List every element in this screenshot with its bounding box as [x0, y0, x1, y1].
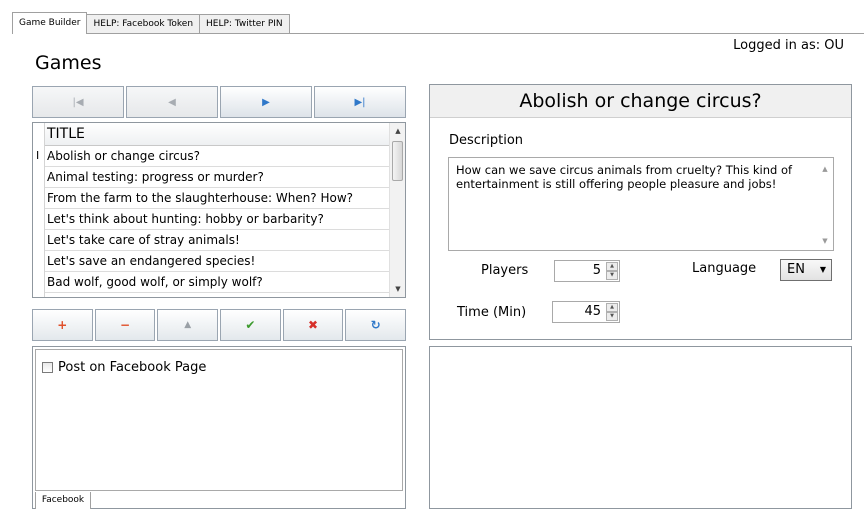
delete-button[interactable]: −	[94, 309, 156, 341]
table-row[interactable]: Let's save an endangered species!	[45, 251, 391, 272]
next-record-icon: ▶	[262, 96, 270, 108]
delete-icon: −	[119, 318, 131, 332]
insert-icon: +	[57, 318, 68, 332]
description-text: How can we save circus animals from crue…	[456, 163, 793, 191]
table-row[interactable]: Let's think about hunting: hobby or barb…	[45, 209, 391, 230]
tab-game-builder[interactable]: Game Builder	[12, 12, 88, 34]
language-value: EN	[787, 262, 805, 277]
next-record-button[interactable]: ▶	[220, 86, 312, 118]
prior-record-icon: ◀	[168, 96, 176, 108]
time-value: 45	[584, 304, 601, 319]
table-row[interactable]: Animal testing: progress or murder?	[45, 167, 391, 188]
table-row[interactable]: Abolish or change circus?	[45, 146, 391, 167]
facebook-tab-content: Post on Facebook Page	[35, 349, 403, 491]
prior-record-button[interactable]: ◀	[126, 86, 218, 118]
tabs-divider	[12, 33, 864, 34]
scroll-down-icon[interactable]: ▼	[817, 234, 833, 248]
post-button[interactable]: ✔	[220, 309, 281, 341]
spin-up-icon[interactable]: ▲	[606, 262, 618, 271]
cancel-icon: ✖	[307, 318, 319, 332]
language-label: Language	[692, 261, 757, 276]
edit-toolbar: + − ▲ ✔ ✖ ↻	[32, 309, 407, 341]
top-tabs: Game Builder HELP: Facebook Token HELP: …	[12, 12, 290, 34]
current-row-marker: I	[36, 149, 40, 162]
grid-scrollbar[interactable]: ▲ ▼	[389, 123, 405, 297]
logged-in-label: Logged in as: OU	[733, 38, 844, 53]
last-record-button[interactable]: ▶|	[314, 86, 406, 118]
first-record-icon: |◀	[72, 96, 84, 108]
table-row[interactable]: From the farm to the slaughterhouse: Whe…	[45, 188, 391, 209]
games-grid[interactable]: TITLE I Abolish or change circus? Animal…	[32, 122, 406, 298]
players-spinner[interactable]: 5 ▲ ▼	[554, 260, 620, 282]
time-label: Time (Min)	[457, 305, 527, 320]
spin-down-icon[interactable]: ▼	[606, 271, 618, 280]
scroll-down-icon[interactable]: ▼	[390, 281, 405, 297]
post-on-facebook-checkbox[interactable]: Post on Facebook Page	[42, 360, 206, 375]
record-navigator: |◀ ◀ ▶ ▶|	[32, 86, 406, 118]
tab-help-facebook-token[interactable]: HELP: Facebook Token	[86, 14, 201, 34]
scroll-up-icon[interactable]: ▲	[817, 162, 833, 176]
table-row[interactable]: Bad wolf, good wolf, or simply wolf?	[45, 272, 391, 293]
insert-button[interactable]: +	[32, 309, 93, 341]
checkbox-icon[interactable]	[42, 362, 53, 373]
game-title: Abolish or change circus?	[430, 85, 851, 118]
description-scrollbar[interactable]: ▲ ▼	[817, 158, 833, 250]
title-column-header[interactable]: TITLE	[45, 123, 391, 146]
time-spinner[interactable]: 45 ▲ ▼	[552, 301, 620, 323]
page-title: Games	[35, 52, 102, 74]
scroll-up-icon[interactable]: ▲	[390, 123, 405, 139]
facebook-panel: Post on Facebook Page Facebook	[32, 346, 406, 509]
post-on-facebook-label: Post on Facebook Page	[58, 360, 207, 375]
spin-up-icon[interactable]: ▲	[606, 303, 618, 312]
refresh-icon: ↻	[370, 318, 381, 332]
tab-help-twitter-pin[interactable]: HELP: Twitter PIN	[199, 14, 290, 34]
chevron-down-icon: ▼	[819, 265, 826, 274]
description-label: Description	[449, 133, 524, 148]
first-record-button[interactable]: |◀	[32, 86, 124, 118]
language-select[interactable]: EN ▼	[780, 259, 832, 281]
players-label: Players	[481, 263, 529, 278]
table-row[interactable]: Let's take care of stray animals!	[45, 230, 391, 251]
last-record-icon: ▶|	[354, 96, 366, 108]
tab-facebook[interactable]: Facebook	[35, 492, 91, 509]
players-value: 5	[592, 263, 601, 278]
refresh-button[interactable]: ↻	[345, 309, 407, 341]
post-icon: ✔	[245, 318, 256, 332]
scroll-thumb[interactable]	[392, 141, 403, 181]
spin-down-icon[interactable]: ▼	[606, 312, 618, 321]
edit-button[interactable]: ▲	[157, 309, 219, 341]
cancel-button[interactable]: ✖	[282, 309, 344, 341]
description-field[interactable]: How can we save circus animals from crue…	[448, 157, 834, 251]
game-detail-panel: Abolish or change circus? Description Ho…	[429, 84, 852, 340]
edit-icon: ▲	[184, 320, 192, 330]
right-bottom-panel	[429, 346, 852, 509]
